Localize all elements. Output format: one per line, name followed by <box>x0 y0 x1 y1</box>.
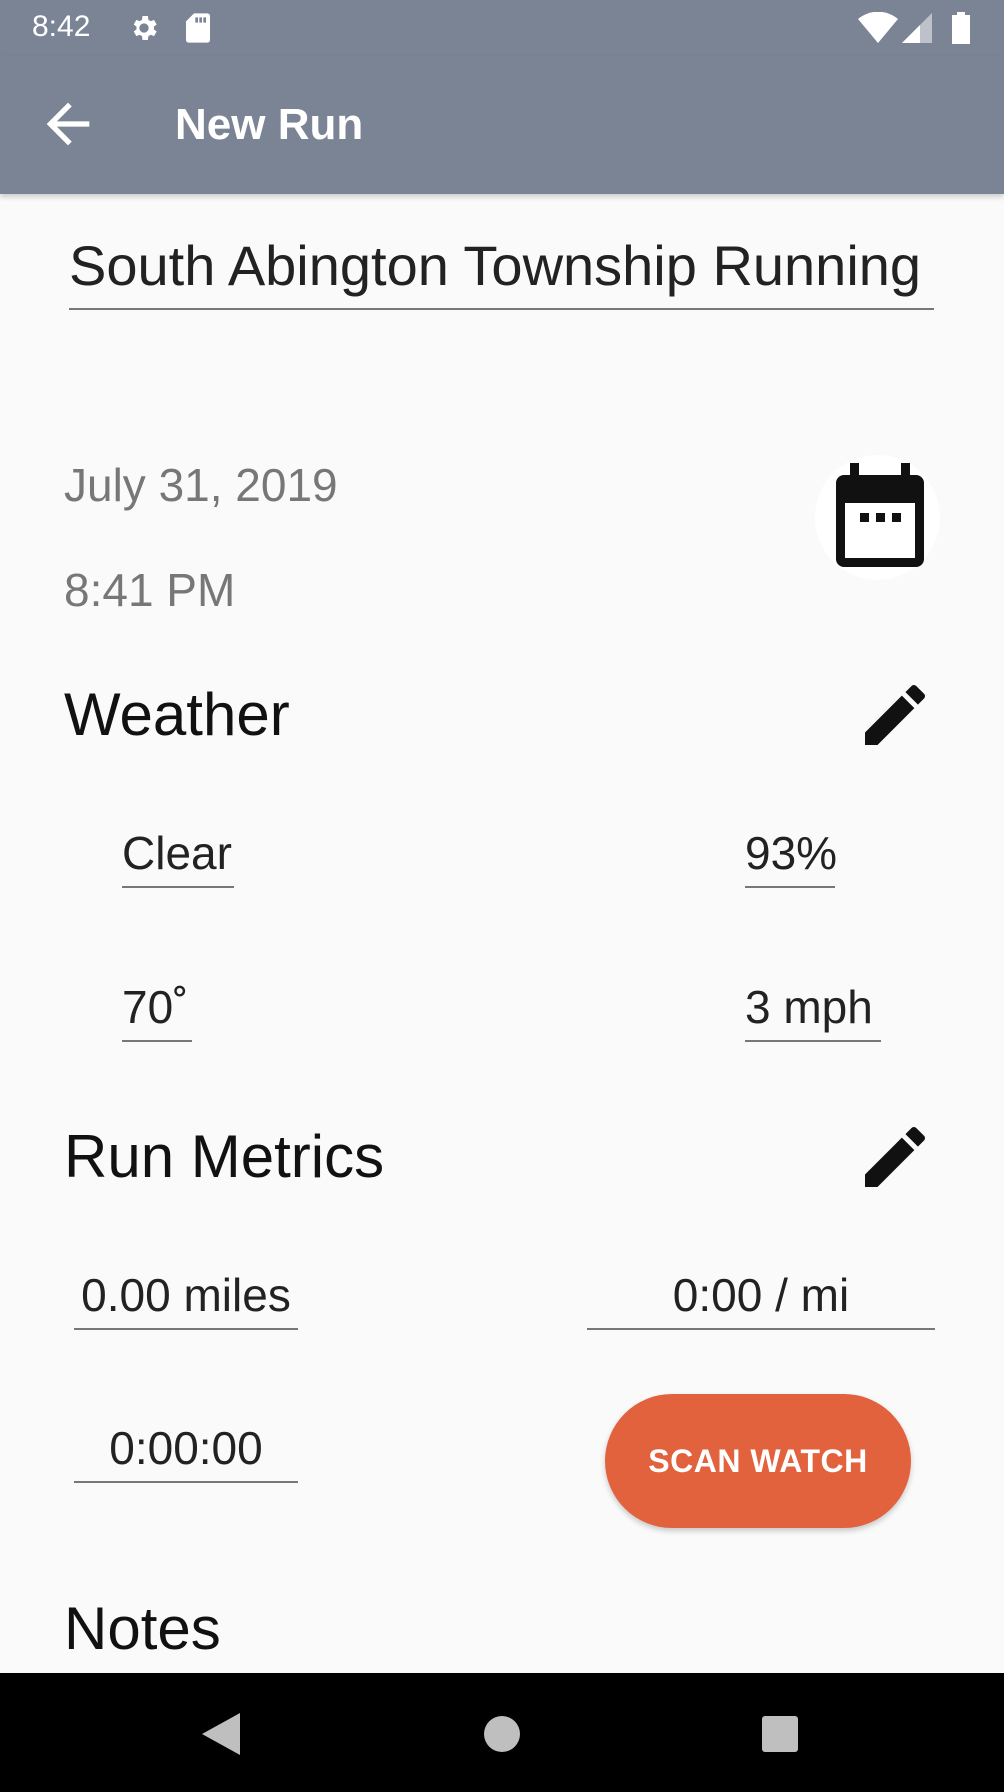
temperature-field[interactable]: 70˚ <box>122 980 192 1042</box>
system-nav-bar <box>0 1673 1004 1792</box>
edit-metrics-button[interactable] <box>855 1117 935 1197</box>
wifi-icon <box>858 11 898 49</box>
back-button[interactable] <box>36 92 100 156</box>
wind-field[interactable]: 3 mph <box>745 980 881 1042</box>
scan-watch-button[interactable]: SCAN WATCH <box>605 1394 911 1528</box>
home-circle-icon <box>484 1716 520 1752</box>
settings-icon <box>128 12 160 49</box>
sd-card-icon <box>184 12 212 49</box>
pencil-icon <box>865 684 926 745</box>
run-date[interactable]: July 31, 2019 <box>64 458 338 512</box>
nav-back-button[interactable] <box>185 1698 255 1768</box>
battery-icon <box>950 12 972 49</box>
run-metrics-title: Run Metrics <box>64 1123 385 1190</box>
humidity-field[interactable]: 93% <box>745 826 837 888</box>
status-time: 8:42 <box>32 10 91 43</box>
calendar-button[interactable] <box>815 455 940 580</box>
back-triangle-icon <box>202 1713 240 1755</box>
recents-square-icon <box>762 1716 798 1752</box>
nav-recents-button[interactable] <box>745 1698 815 1768</box>
page-title: New Run <box>175 100 364 149</box>
pencil-icon <box>865 1126 926 1187</box>
app-bar: New Run <box>0 56 1004 194</box>
weather-condition-field[interactable]: Clear <box>122 826 234 888</box>
run-name-field[interactable]: South Abington Township Running <box>69 230 934 310</box>
status-bar: 8:42 <box>0 0 1004 56</box>
nav-home-button[interactable] <box>467 1698 537 1768</box>
arrow-back-icon <box>46 102 90 146</box>
distance-field[interactable]: 0.00 miles <box>74 1268 298 1330</box>
duration-field[interactable]: 0:00:00 <box>74 1421 298 1483</box>
calendar-icon <box>836 463 924 567</box>
notes-title: Notes <box>64 1595 221 1662</box>
run-time[interactable]: 8:41 PM <box>64 563 235 617</box>
edit-weather-button[interactable] <box>855 675 935 755</box>
signal-icon <box>902 12 932 49</box>
weather-title: Weather <box>64 681 290 748</box>
pace-field[interactable]: 0:00 / mi <box>587 1268 935 1330</box>
